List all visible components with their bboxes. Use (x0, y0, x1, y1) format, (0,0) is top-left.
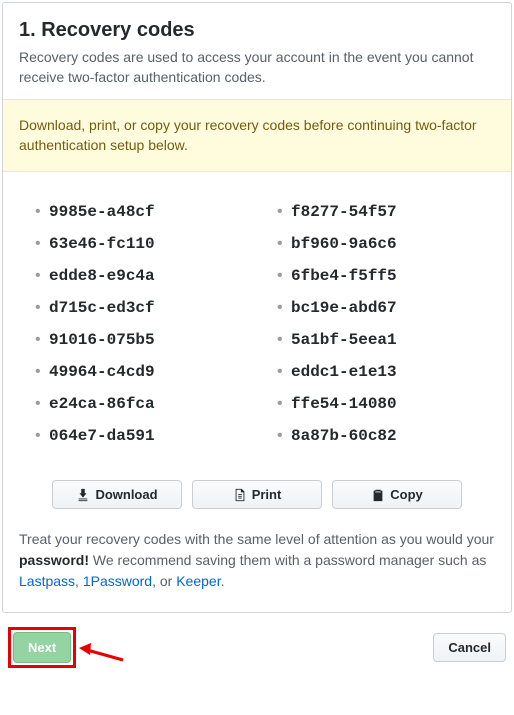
annotation-arrow-icon (75, 638, 125, 664)
recovery-code: 91016-075b5 (35, 324, 237, 356)
lastpass-link[interactable]: Lastpass (19, 573, 75, 589)
file-icon (233, 488, 247, 502)
recovery-code: 8a87b-60c82 (277, 420, 479, 452)
recovery-code: 6fbe4-f5ff5 (277, 260, 479, 292)
footer-note: Treat your recovery codes with the same … (3, 529, 511, 612)
recovery-code: d715c-ed3cf (35, 292, 237, 324)
recovery-codes-list: 9985e-a48cf 63e46-fc110 edde8-e9c4a d715… (3, 172, 511, 468)
download-button[interactable]: Download (52, 480, 182, 509)
cancel-button[interactable]: Cancel (433, 633, 506, 662)
download-label: Download (95, 487, 157, 502)
recovery-code: 49964-c4cd9 (35, 356, 237, 388)
recovery-code: f8277-54f57 (277, 196, 479, 228)
section-description: Recovery codes are used to access your a… (19, 48, 495, 87)
download-icon (76, 488, 90, 502)
print-label: Print (252, 487, 282, 502)
copy-button[interactable]: Copy (332, 480, 462, 509)
recovery-code: 9985e-a48cf (35, 196, 237, 228)
recovery-code: edde8-e9c4a (35, 260, 237, 292)
next-highlight-annotation: Next (8, 627, 76, 668)
recovery-code: 5a1bf-5eea1 (277, 324, 479, 356)
next-button[interactable]: Next (13, 632, 71, 663)
recovery-code: eddc1-e1e13 (277, 356, 479, 388)
warning-alert: Download, print, or copy your recovery c… (3, 99, 511, 172)
keeper-link[interactable]: Keeper (176, 573, 220, 589)
copy-label: Copy (390, 487, 423, 502)
recovery-code: e24ca-86fca (35, 388, 237, 420)
clipboard-icon (371, 488, 385, 502)
recovery-code: 63e46-fc110 (35, 228, 237, 260)
print-button[interactable]: Print (192, 480, 322, 509)
recovery-code: ffe54-14080 (277, 388, 479, 420)
warning-text: Download, print, or copy your recovery c… (19, 117, 477, 153)
recovery-code: 064e7-da591 (35, 420, 237, 452)
recovery-code: bf960-9a6c6 (277, 228, 479, 260)
codes-column-right: f8277-54f57 bf960-9a6c6 6fbe4-f5ff5 bc19… (277, 196, 479, 452)
1password-link[interactable]: 1Password (83, 573, 152, 589)
codes-column-left: 9985e-a48cf 63e46-fc110 edde8-e9c4a d715… (35, 196, 237, 452)
recovery-code: bc19e-abd67 (277, 292, 479, 324)
section-title: 1. Recovery codes (19, 19, 495, 42)
